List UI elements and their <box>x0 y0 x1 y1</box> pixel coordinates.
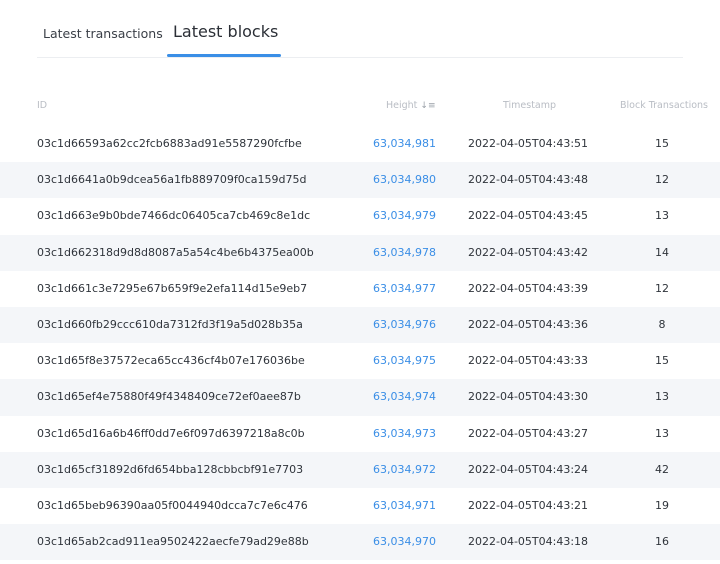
block-transactions-cell: 16 <box>655 535 669 549</box>
block-height-link[interactable]: 63,034,972 <box>316 452 436 488</box>
block-id-cell: 03c1d661c3e7295e67b659f9e2efa114d15e9eb7 <box>37 281 308 295</box>
block-height-link[interactable]: 63,034,976 <box>316 307 436 343</box>
block-id-cell: 03c1d6641a0b9dcea56a1fb889709f0ca159d75d <box>37 173 307 187</box>
block-height-link[interactable]: 63,034,977 <box>316 271 436 307</box>
table-row[interactable]: 03c1d65f8e37572eca65cc436cf4b07e176036be… <box>0 343 720 379</box>
column-header-height-label: Height <box>386 100 418 111</box>
block-height-link[interactable]: 63,034,970 <box>316 524 436 560</box>
table-row[interactable]: 03c1d6641a0b9dcea56a1fb889709f0ca159d75d… <box>0 162 720 199</box>
column-header-id: ID <box>37 100 48 111</box>
block-height-link[interactable]: 63,034,971 <box>316 488 436 524</box>
table-row[interactable]: 03c1d663e9b0bde7466dc06405ca7cb469c8e1dc… <box>0 198 720 234</box>
block-height-link[interactable]: 63,034,980 <box>316 162 436 198</box>
tab-latest-transactions[interactable]: Latest transactions <box>43 26 163 41</box>
block-height-link[interactable]: 63,034,978 <box>316 235 436 271</box>
block-timestamp-cell: 2022-04-05T04:43:36 <box>468 317 589 331</box>
table-row[interactable]: 03c1d661c3e7295e67b659f9e2efa114d15e9eb7… <box>0 271 720 307</box>
column-header-timestamp: Timestamp <box>503 100 557 111</box>
block-timestamp-cell: 2022-04-05T04:43:51 <box>468 137 589 150</box>
block-transactions-cell: 19 <box>655 498 669 512</box>
block-height-link[interactable]: 63,034,981 <box>316 126 436 162</box>
block-timestamp-cell: 2022-04-05T04:43:48 <box>468 173 589 187</box>
block-transactions-cell: 12 <box>655 281 669 295</box>
block-transactions-cell: 42 <box>655 462 669 476</box>
block-id-cell: 03c1d65ab2cad911ea9502422aecfe79ad29e88b <box>37 535 309 549</box>
column-header-height[interactable]: Height ↓≡ <box>386 100 436 111</box>
block-id-cell: 03c1d65ef4e75880f49f4348409ce72ef0aee87b <box>37 390 301 404</box>
block-timestamp-cell: 2022-04-05T04:43:18 <box>468 535 589 549</box>
block-transactions-cell: 15 <box>655 137 669 150</box>
active-tab-indicator <box>167 54 281 57</box>
table-row[interactable]: 03c1d66593a62cc2fcb6883ad91e5587290fcfbe… <box>0 126 720 162</box>
block-id-cell: 03c1d65beb96390aa05f0044940dcca7c7e6c476 <box>37 498 308 512</box>
block-timestamp-cell: 2022-04-05T04:43:33 <box>468 354 589 368</box>
column-header-block-transactions: Block Transactions <box>620 100 709 111</box>
block-timestamp-cell: 2022-04-05T04:43:24 <box>468 462 589 476</box>
table-row[interactable]: 03c1d65d16a6b46ff0dd7e6f097d6397218a8c0b… <box>0 416 720 452</box>
block-timestamp-cell: 2022-04-05T04:43:45 <box>468 209 589 223</box>
block-timestamp-cell: 2022-04-05T04:43:27 <box>468 426 589 440</box>
block-timestamp-cell: 2022-04-05T04:43:30 <box>468 390 589 404</box>
block-id-cell: 03c1d65f8e37572eca65cc436cf4b07e176036be <box>37 354 305 368</box>
block-transactions-cell: 13 <box>655 426 669 440</box>
block-transactions-cell: 8 <box>658 317 666 331</box>
table-row[interactable]: 03c1d65beb96390aa05f0044940dcca7c7e6c476… <box>0 488 720 524</box>
table-row[interactable]: 03c1d662318d9d8d8087a5a54c4be6b4375ea00b… <box>0 234 720 271</box>
table-row[interactable]: 03c1d65ab2cad911ea9502422aecfe79ad29e88b… <box>0 524 720 561</box>
block-id-cell: 03c1d662318d9d8d8087a5a54c4be6b4375ea00b <box>37 245 314 259</box>
block-id-cell: 03c1d66593a62cc2fcb6883ad91e5587290fcfbe <box>37 137 302 150</box>
tab-bar: Latest transactions Latest blocks <box>37 0 683 58</box>
table-row[interactable]: 03c1d65cf31892d6fd654bba128cbbcbf91e7703… <box>0 451 720 488</box>
block-transactions-cell: 15 <box>655 354 669 368</box>
block-transactions-cell: 12 <box>655 173 669 187</box>
block-id-cell: 03c1d65cf31892d6fd654bba128cbbcbf91e7703 <box>37 462 304 476</box>
block-transactions-cell: 13 <box>655 390 669 404</box>
block-height-link[interactable]: 63,034,973 <box>316 416 436 452</box>
blocks-table-body: 03c1d66593a62cc2fcb6883ad91e5587290fcfbe… <box>0 126 720 561</box>
block-height-link[interactable]: 63,034,974 <box>316 379 436 415</box>
tab-latest-blocks[interactable]: Latest blocks <box>173 22 278 41</box>
block-timestamp-cell: 2022-04-05T04:43:39 <box>468 281 589 295</box>
table-row[interactable]: 03c1d65ef4e75880f49f4348409ce72ef0aee87b… <box>0 379 720 416</box>
block-transactions-cell: 13 <box>655 209 669 223</box>
block-id-cell: 03c1d663e9b0bde7466dc06405ca7cb469c8e1dc <box>37 209 311 223</box>
block-height-link[interactable]: 63,034,979 <box>316 198 436 234</box>
block-id-cell: 03c1d65d16a6b46ff0dd7e6f097d6397218a8c0b <box>37 426 305 440</box>
block-timestamp-cell: 2022-04-05T04:43:21 <box>468 498 589 512</box>
block-id-cell: 03c1d660fb29ccc610da7312fd3f19a5d028b35a <box>37 317 303 331</box>
block-transactions-cell: 14 <box>655 245 669 259</box>
table-row[interactable]: 03c1d660fb29ccc610da7312fd3f19a5d028b35a… <box>0 306 720 344</box>
block-timestamp-cell: 2022-04-05T04:43:42 <box>468 245 589 259</box>
block-height-link[interactable]: 63,034,975 <box>316 343 436 379</box>
sort-desc-icon[interactable]: ↓≡ <box>420 101 435 111</box>
table-header: ID Height ↓≡ Timestamp Block Transactions <box>0 100 720 118</box>
